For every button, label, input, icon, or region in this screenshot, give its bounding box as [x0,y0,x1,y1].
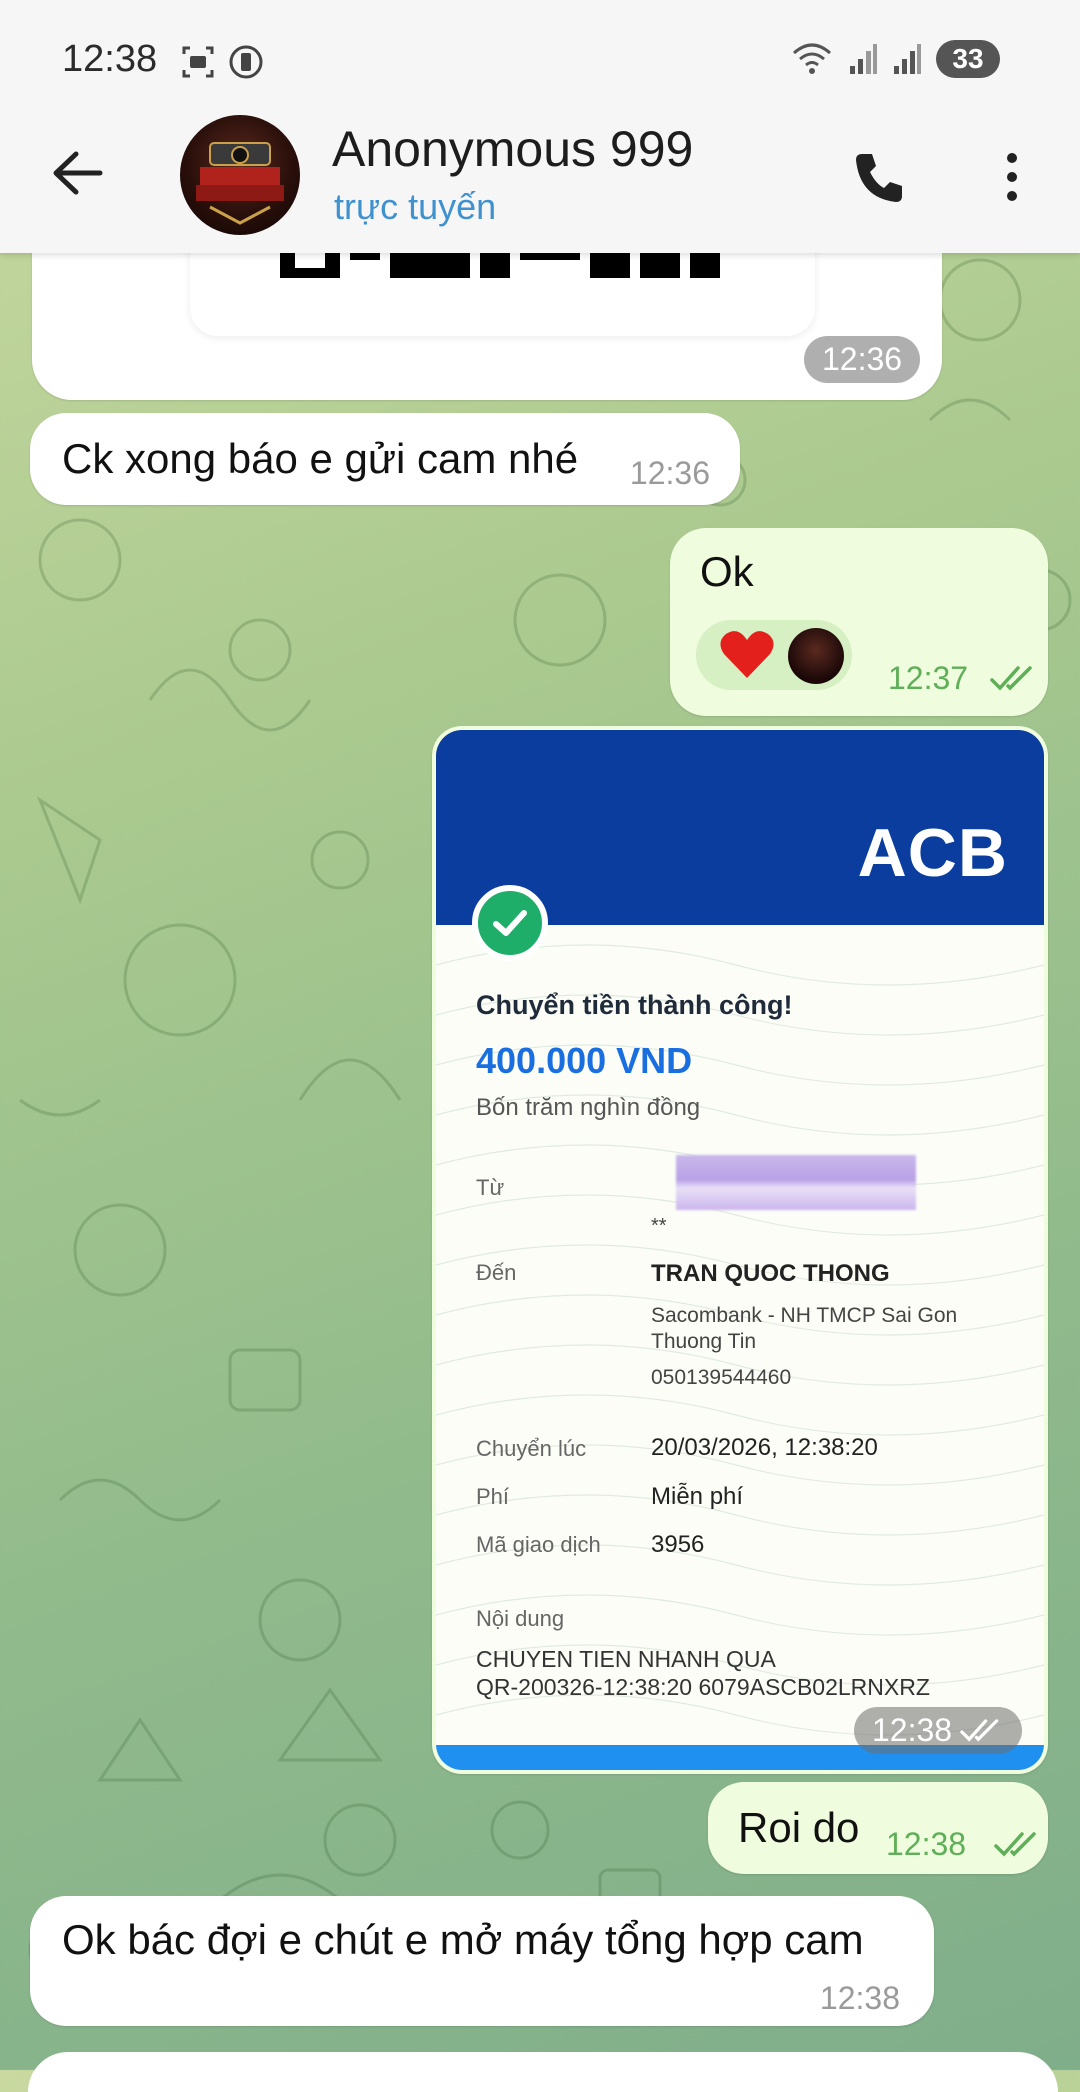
message-input-bar[interactable] [28,2052,1058,2092]
fee-label: Phí [476,1484,510,1509]
heart-reaction-icon [720,631,774,678]
transfer-time: 20/03/2026, 12:38:20 [651,1434,878,1461]
status-system-icons: 33 [790,40,1000,78]
avatar-logo [196,142,284,225]
phone-call-icon[interactable] [850,148,908,206]
from-label: Từ [476,1175,505,1200]
recipient-account: 050139544460 [651,1366,792,1389]
message-outgoing[interactable]: Ok 12:37 [670,528,1048,716]
recipient-bank-line1: Sacombank - NH TMCP Sai Gon [651,1304,958,1327]
recipient-bank-line2: Thuong Tin [651,1330,757,1353]
message-time: 12:38 [872,1712,953,1748]
transaction-id-label: Mã giao dịch [476,1532,601,1557]
bank-receipt: ACB Chuyển tiền thành công! 400.000 VND … [436,730,1044,1770]
read-checkmarks-icon [990,666,1032,691]
message-time: 12:36 [804,336,921,383]
read-checkmarks-icon [994,1832,1036,1857]
transaction-id: 3956 [651,1531,705,1558]
signal-icon-2 [894,44,921,74]
message-text: Ok bác đợi e chút e mở máy tổng hợp cam [62,1916,864,1963]
message-outgoing[interactable]: Roi do 12:38 [708,1782,1048,1874]
receipt-time-chip: 12:38 [854,1707,1023,1754]
message-time: 12:38 [819,1980,900,2016]
transfer-content-line2: QR-200326-12:38:20 6079ASCB02LRNXRZ [476,1674,930,1700]
success-check-icon [472,885,548,961]
message-time: 12:38 [886,1826,967,1862]
fee-value: Miễn phí [651,1483,744,1510]
screenshot-icon [182,46,214,78]
back-arrow-icon[interactable] [48,148,108,198]
message-incoming[interactable]: Ok bác đợi e chút e mở máy tổng hợp cam … [30,1896,934,2026]
chat-title[interactable]: Anonymous 999 [332,120,693,178]
read-checkmarks-icon [960,1718,999,1742]
reaction-avatar [788,628,844,684]
signal-icon-1 [850,44,877,74]
chat-status: trực tuyến [334,186,497,227]
wifi-icon [793,43,831,74]
vibrate-icon [229,45,263,79]
message-text: Ok [700,548,754,595]
time-label: Chuyển lúc [476,1436,587,1461]
message-text: Ck xong báo e gửi cam nhé [62,435,579,482]
top-bar: 12:38 33 Anonymous 999 trực tuyến [0,0,1080,253]
transfer-content: CHUYEN TIEN NHANH QUA QR-200326-12:38:20… [476,1645,930,1701]
message-receipt-image[interactable]: ACB Chuyển tiền thành công! 400.000 VND … [432,726,1048,1774]
message-text: Roi do [738,1804,860,1851]
receipt-amount-words: Bốn trăm nghìn đồng [476,1094,701,1121]
battery-indicator: 33 [936,40,1000,78]
receipt-status: Chuyển tiền thành công! [476,990,793,1020]
acb-logo: ACB [857,815,1008,891]
status-time: 12:38 [62,38,158,80]
message-incoming[interactable]: Ck xong báo e gửi cam nhé 12:36 [30,413,740,505]
status-notification-icons [180,44,264,80]
receipt-amount: 400.000 VND [476,1040,693,1081]
message-time: 12:36 [629,455,710,491]
message-time: 12:37 [888,660,969,696]
to-label: Đến [476,1260,517,1285]
redacted-sender [676,1155,916,1210]
recipient-name: TRAN QUOC THONG [651,1260,890,1287]
from-account: ** [651,1215,667,1237]
more-options-icon[interactable] [1000,148,1024,206]
content-label: Nội dung [476,1606,565,1631]
transfer-content-line1: CHUYEN TIEN NHANH QUA [476,1646,776,1672]
reactions-pill[interactable] [696,620,852,690]
contact-avatar[interactable] [180,115,300,235]
